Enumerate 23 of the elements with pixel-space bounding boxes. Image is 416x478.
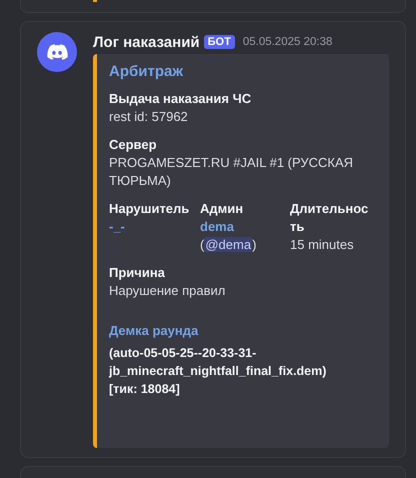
field-name: Выдача наказания ЧС — [109, 90, 252, 108]
field-value: (auto-05-05-25--20-33-31-jb_minecraft_nightfall_final_fix.dem) — [109, 346, 326, 378]
field-value: PROGAMESZET.RU #JAIL #1 (РУССКАЯ ТЮРЬМА) — [109, 155, 354, 188]
field-name: Админ — [200, 200, 244, 218]
user-link[interactable]: -_- — [109, 219, 125, 234]
user-link[interactable]: dema — [200, 219, 234, 234]
field-value: [тик: 18084] — [109, 382, 180, 396]
field-name: Причина — [109, 264, 166, 282]
embed-title: Арбитраж — [109, 63, 184, 80]
parenthesis: ( — [200, 237, 204, 252]
field-name: Сервер — [109, 136, 158, 154]
timestamp: 05.05.2025 20:38 — [242, 36, 332, 48]
field-name: Длительность — [290, 200, 370, 236]
bot-avatar-icon[interactable] — [37, 32, 77, 72]
field-name: Демка раунда — [109, 322, 200, 340]
field-value: Нарушение правил — [109, 283, 226, 298]
user-mention[interactable]: @dema — [204, 237, 252, 252]
field-name: Нарушитель — [109, 200, 190, 218]
field-value: rest id: 57962 — [109, 109, 188, 124]
field-value: 15 minutes — [290, 237, 354, 252]
author-name[interactable]: Лог наказаний — [93, 34, 200, 50]
parenthesis: ) — [252, 237, 256, 252]
bot-badge: БОТ — [204, 35, 235, 49]
